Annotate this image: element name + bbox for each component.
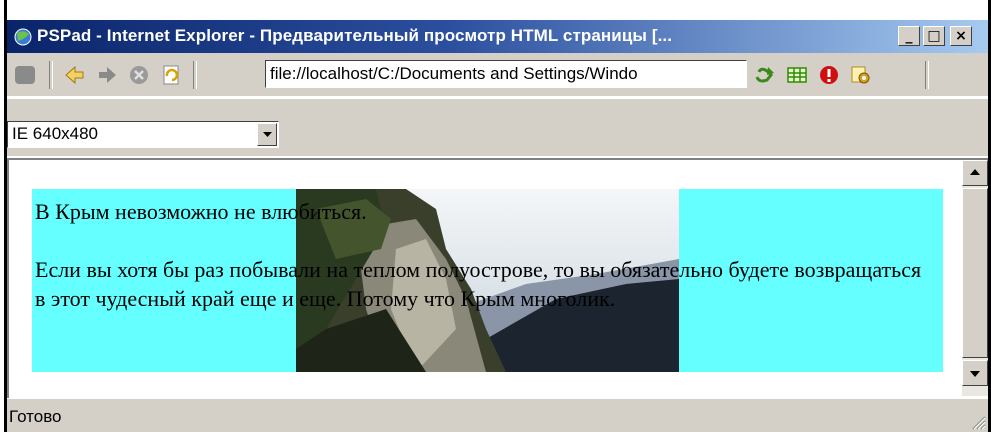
chevron-down-icon (970, 371, 980, 377)
settings-icon[interactable] (849, 63, 873, 87)
toolbar-separator (49, 61, 53, 89)
stop-icon[interactable] (127, 63, 151, 87)
toolbar: file://localhost/C:/Documents and Settin… (7, 53, 988, 97)
toolbar-separator (193, 61, 197, 89)
page-preview: В Крым невозможно не влюбиться. Если вы … (7, 158, 988, 398)
back-arrow-icon[interactable] (63, 63, 87, 87)
chevron-up-icon (970, 169, 980, 175)
scroll-down-button[interactable] (962, 360, 988, 386)
forward-arrow-icon[interactable] (95, 63, 119, 87)
table-icon[interactable] (785, 63, 809, 87)
dropdown-button[interactable] (257, 123, 277, 146)
view-size-bar: IE 640x480 (7, 98, 988, 156)
address-input[interactable]: file://localhost/C:/Documents and Settin… (265, 60, 747, 88)
minimize-button[interactable]: _ (898, 26, 920, 46)
cyan-content-block: В Крым невозможно не влюбиться. Если вы … (32, 189, 943, 372)
close-button[interactable]: × (950, 26, 972, 46)
browser-window: PSPad - Internet Explorer - Предваритель… (0, 0, 991, 432)
chevron-down-icon (263, 132, 272, 137)
article-text: В Крым невозможно не влюбиться. Если вы … (35, 197, 935, 313)
resize-grip-icon[interactable] (968, 412, 986, 430)
view-size-value: IE 640x480 (12, 124, 99, 143)
paragraph-1: В Крым невозможно не влюбиться. (35, 199, 367, 224)
paragraph-2: Если вы хотя бы раз побывали на теплом п… (35, 257, 922, 311)
scroll-thumb[interactable] (962, 188, 988, 358)
status-text: Готово (9, 407, 62, 426)
alert-icon[interactable] (817, 63, 841, 87)
app-icon (14, 28, 32, 46)
go-icon[interactable] (753, 63, 777, 87)
scroll-up-button[interactable] (962, 160, 988, 186)
view-size-select[interactable]: IE 640x480 (7, 121, 279, 148)
window-title: PSPad - Internet Explorer - Предваритель… (37, 26, 673, 45)
status-bar: Готово (7, 398, 988, 432)
vertical-scrollbar[interactable] (962, 160, 988, 396)
title-bar[interactable]: PSPad - Internet Explorer - Предваритель… (7, 20, 988, 53)
stop-gray-icon[interactable] (13, 63, 37, 87)
maximize-button[interactable]: □ (923, 26, 945, 46)
refresh-icon[interactable] (159, 63, 183, 87)
toolbar-separator (925, 61, 929, 89)
